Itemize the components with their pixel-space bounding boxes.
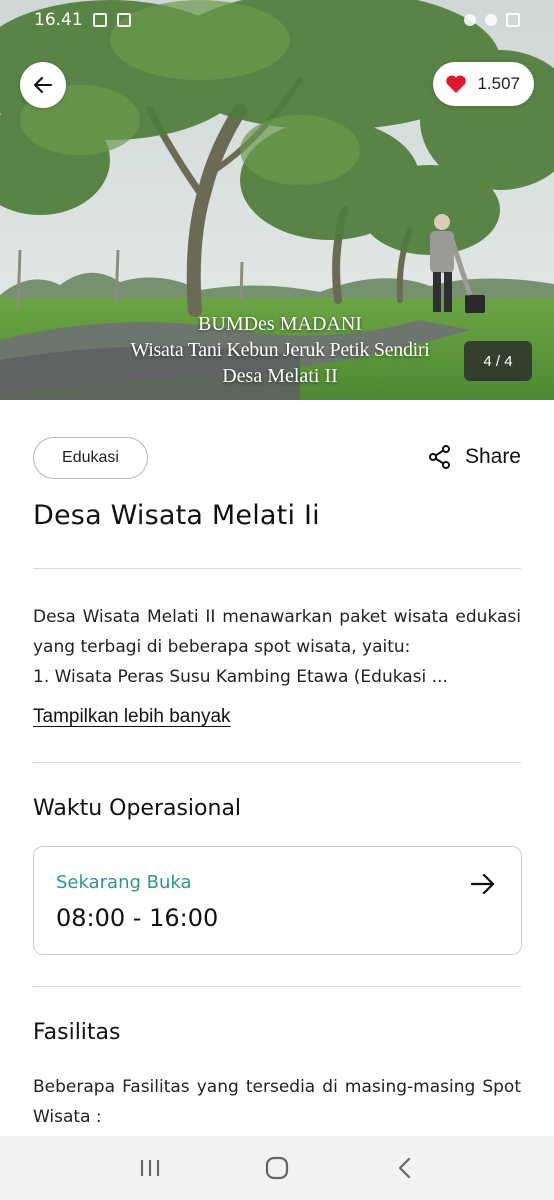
back-icon — [399, 1157, 411, 1179]
category-chip[interactable]: Edukasi — [33, 437, 148, 479]
open-status: Sekarang Buka — [56, 872, 192, 893]
back-button[interactable] — [20, 62, 66, 108]
opening-hours: 08:00 - 16:00 — [56, 904, 219, 932]
home-icon — [265, 1156, 289, 1180]
caption-line: Wisata Tani Kebun Jeruk Petik Sendiri — [130, 339, 430, 361]
signal-icon — [464, 14, 476, 26]
gallery-notification-icon — [92, 13, 107, 27]
divider — [33, 762, 521, 763]
image-counter: 4 / 4 — [464, 341, 532, 381]
show-more-link[interactable]: Tampilkan lebih banyak — [33, 706, 231, 728]
caption-line: Desa Melati II — [222, 365, 338, 387]
hero-caption: BUMDes MADANI Wisata Tani Kebun Jeruk Pe… — [90, 311, 470, 389]
alert-notification-icon — [116, 13, 131, 27]
heart-icon — [446, 75, 467, 93]
divider — [33, 568, 521, 569]
back-arrow-icon — [34, 77, 52, 93]
operational-heading: Waktu Operasional — [33, 796, 242, 821]
facilities-text: Beberapa Fasilitas yang tersedia di masi… — [33, 1077, 521, 1127]
share-button[interactable]: Share — [428, 445, 521, 469]
arrow-right-icon — [471, 873, 495, 895]
recent-apps-icon — [140, 1160, 159, 1176]
like-count: 1.507 — [477, 74, 520, 93]
recent-apps-button[interactable] — [120, 1143, 180, 1193]
home-button[interactable] — [247, 1143, 307, 1193]
like-button[interactable]: 1.507 — [433, 62, 534, 106]
system-navigation-bar — [0, 1136, 554, 1200]
facilities-heading: Fasilitas — [33, 1020, 121, 1045]
battery-icon — [506, 13, 520, 27]
page-title: Desa Wisata Melati Ii — [33, 500, 320, 531]
status-bar: 16.41 — [0, 0, 554, 40]
description-line: Desa Wisata Melati II menawarkan paket w… — [33, 607, 521, 657]
caption-line: BUMDes MADANI — [198, 313, 362, 335]
description: Desa Wisata Melati II menawarkan paket w… — [33, 602, 521, 692]
description-line: 1. Wisata Peras Susu Kambing Etawa (Eduk… — [33, 667, 448, 687]
status-time: 16.41 — [34, 10, 83, 30]
hero-image-carousel[interactable]: 16.41 1.507 BUMDes MADANI Wisata Tani Ke… — [0, 0, 554, 400]
system-back-button[interactable] — [374, 1143, 434, 1193]
share-icon — [428, 445, 450, 469]
share-label: Share — [464, 445, 521, 468]
wifi-icon — [485, 14, 497, 26]
divider — [33, 986, 521, 987]
operational-hours-card[interactable]: Sekarang Buka 08:00 - 16:00 — [33, 846, 522, 955]
